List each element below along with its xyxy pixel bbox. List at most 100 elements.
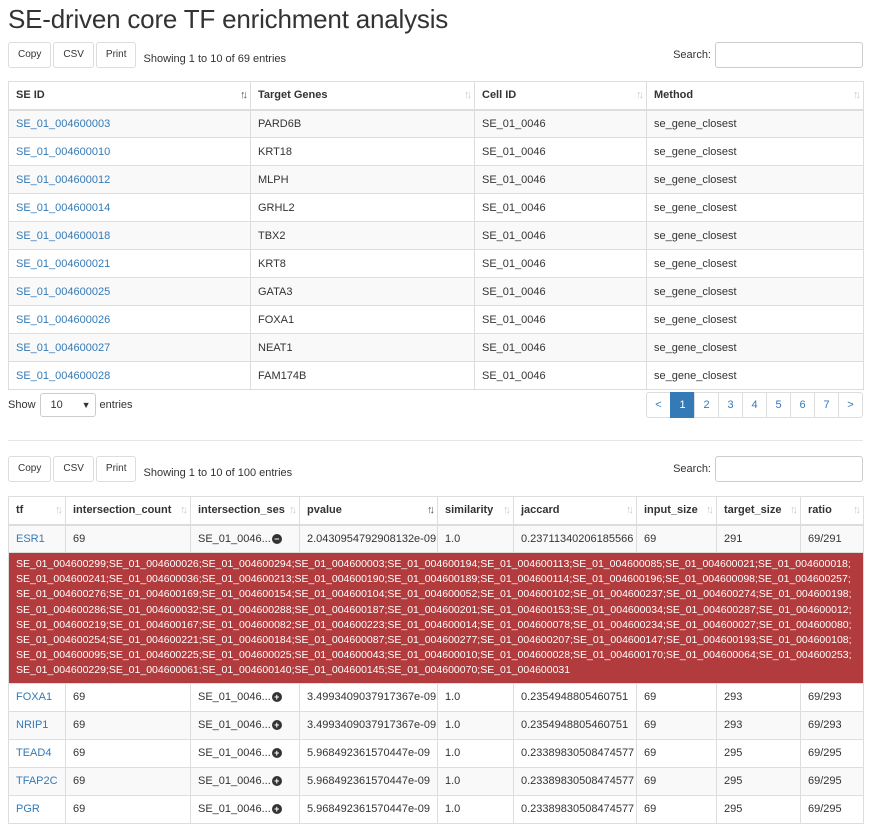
table-cell: SE_01_004600021 <box>8 249 251 278</box>
table-cell: SE_01_0046 <box>474 277 647 306</box>
page-length-value: 10 <box>50 399 63 412</box>
bottom-copy-button[interactable]: Copy <box>8 456 52 482</box>
se-id-link[interactable]: SE_01_004600027 <box>16 342 110 354</box>
page-button[interactable]: 1 <box>670 392 695 418</box>
table-cell: 69/293 <box>800 682 864 712</box>
prev-page-button[interactable]: < <box>646 392 671 418</box>
top-search-input[interactable] <box>715 42 863 68</box>
table-cell: SE_01_004600012 <box>8 165 251 194</box>
table-cell: SE_01_0046... − <box>190 524 300 553</box>
page-button[interactable]: 6 <box>790 392 815 418</box>
expand-icon[interactable]: + <box>271 776 282 787</box>
table-cell: MLPH <box>250 165 475 194</box>
column-header[interactable]: ratio ↑↓ <box>800 496 864 526</box>
section-divider <box>8 440 863 441</box>
table-cell: FOXA1 <box>8 682 66 712</box>
expand-icon[interactable]: + <box>271 748 282 759</box>
top-copy-button[interactable]: Copy <box>8 42 52 68</box>
table-cell: 295 <box>716 794 801 824</box>
se-id-link[interactable]: SE_01_004600012 <box>16 174 110 186</box>
column-header[interactable]: intersection_count ↑↓ <box>65 496 191 526</box>
table-cell: SE_01_0046... + <box>190 682 300 712</box>
page-button[interactable]: 5 <box>766 392 791 418</box>
se-id-link[interactable]: SE_01_004600010 <box>16 146 110 158</box>
table-cell: SE_01_0046 <box>474 221 647 250</box>
page-button[interactable]: 7 <box>814 392 839 418</box>
table-cell: 1.0 <box>437 738 514 768</box>
table-cell: NRIP1 <box>8 710 66 740</box>
table-cell: 0.23389830508474577 <box>513 766 637 796</box>
page-button[interactable]: 4 <box>742 392 767 418</box>
table-cell: 69 <box>65 766 191 796</box>
column-header[interactable]: SE ID ↑↓ <box>8 81 251 111</box>
expand-icon[interactable]: + <box>271 720 282 731</box>
se-id-link[interactable]: SE_01_004600028 <box>16 370 110 382</box>
column-header-label: ratio <box>808 504 832 517</box>
column-header[interactable]: target_size ↑↓ <box>716 496 801 526</box>
table-cell: 0.2354948805460751 <box>513 710 637 740</box>
bottom-csv-button[interactable]: CSV <box>53 456 94 482</box>
tf-link[interactable]: NRIP1 <box>16 719 48 731</box>
expand-icon[interactable]: + <box>271 692 282 703</box>
table-cell: se_gene_closest <box>646 333 864 362</box>
column-header[interactable]: tf ↑↓ <box>8 496 66 526</box>
table-cell: GRHL2 <box>250 193 475 222</box>
top-search-label: Search: <box>673 49 711 61</box>
se-id-link[interactable]: SE_01_004600014 <box>16 202 110 214</box>
bottom-search: Search: <box>673 456 863 482</box>
table-cell: 1.0 <box>437 794 514 824</box>
table-cell: 69 <box>65 794 191 824</box>
table-cell: KRT18 <box>250 137 475 166</box>
se-id-link[interactable]: SE_01_004600025 <box>16 286 110 298</box>
sort-icon: ↑↓ <box>55 504 63 516</box>
se-id-link[interactable]: SE_01_004600003 <box>16 118 110 130</box>
page-button[interactable]: 3 <box>718 392 743 418</box>
table-cell: SE_01_0046 <box>474 193 647 222</box>
table-cell: 5.968492361570447e-09 <box>299 738 438 768</box>
top-print-button[interactable]: Print <box>95 42 137 68</box>
column-header[interactable]: intersection_ses ↑↓ <box>190 496 300 526</box>
column-header[interactable]: similarity ↑↓ <box>437 496 514 526</box>
top-csv-button[interactable]: CSV <box>53 42 94 68</box>
column-header[interactable]: pvalue ↑↓ <box>299 496 438 526</box>
table-cell: SE_01_0046... + <box>190 710 300 740</box>
column-header[interactable]: input_size ↑↓ <box>636 496 717 526</box>
column-header-label: Method <box>654 89 694 102</box>
expand-icon[interactable]: + <box>271 804 282 815</box>
column-header-label: intersection_count <box>73 504 172 517</box>
page-length-select[interactable]: 10 ▼ <box>39 393 96 417</box>
sort-icon: ↑↓ <box>289 504 297 516</box>
column-header-label: tf <box>16 504 24 517</box>
tf-link[interactable]: ESR1 <box>16 533 45 545</box>
column-header[interactable]: Method ↑↓ <box>646 81 864 111</box>
table-cell: SE_01_004600027 <box>8 333 251 362</box>
tf-link[interactable]: TFAP2C <box>16 775 58 787</box>
tf-link[interactable]: PGR <box>16 803 40 815</box>
page-button[interactable]: 2 <box>694 392 719 418</box>
table-cell: NEAT1 <box>250 333 475 362</box>
bottom-print-button[interactable]: Print <box>95 456 137 482</box>
tf-link[interactable]: TEAD4 <box>16 747 51 759</box>
se-id-link[interactable]: SE_01_004600021 <box>16 258 110 270</box>
table-cell: 69 <box>65 710 191 740</box>
column-header[interactable]: Cell ID ↑↓ <box>474 81 647 111</box>
column-header-label: pvalue <box>307 504 342 517</box>
table-row: TFAP2C 69 SE_01_0046... +5.968492361570447e… <box>8 766 864 796</box>
column-header[interactable]: jaccard ↑↓ <box>513 496 637 526</box>
se-id-link[interactable]: SE_01_004600018 <box>16 230 110 242</box>
table-cell: se_gene_closest <box>646 165 864 194</box>
bottom-search-input[interactable] <box>715 456 863 482</box>
intersection-ses-value: SE_01_0046... <box>198 775 271 788</box>
top-length-control: Show 10 ▼ entries <box>8 393 133 417</box>
se-id-link[interactable]: SE_01_004600026 <box>16 314 110 326</box>
chevron-down-icon: ▼ <box>81 400 91 410</box>
pagination: <1 2 3 4 5 6 7 > <box>646 392 863 418</box>
column-header-label: target_size <box>724 504 782 517</box>
table-cell: SE_01_004600018 <box>8 221 251 250</box>
intersection-ses-value: SE_01_0046... <box>198 747 271 760</box>
column-header[interactable]: Target Genes ↑↓ <box>250 81 475 111</box>
next-page-button[interactable]: > <box>838 392 863 418</box>
collapse-icon[interactable]: − <box>271 533 282 544</box>
tf-link[interactable]: FOXA1 <box>16 691 52 703</box>
column-header-label: Cell ID <box>482 89 517 102</box>
